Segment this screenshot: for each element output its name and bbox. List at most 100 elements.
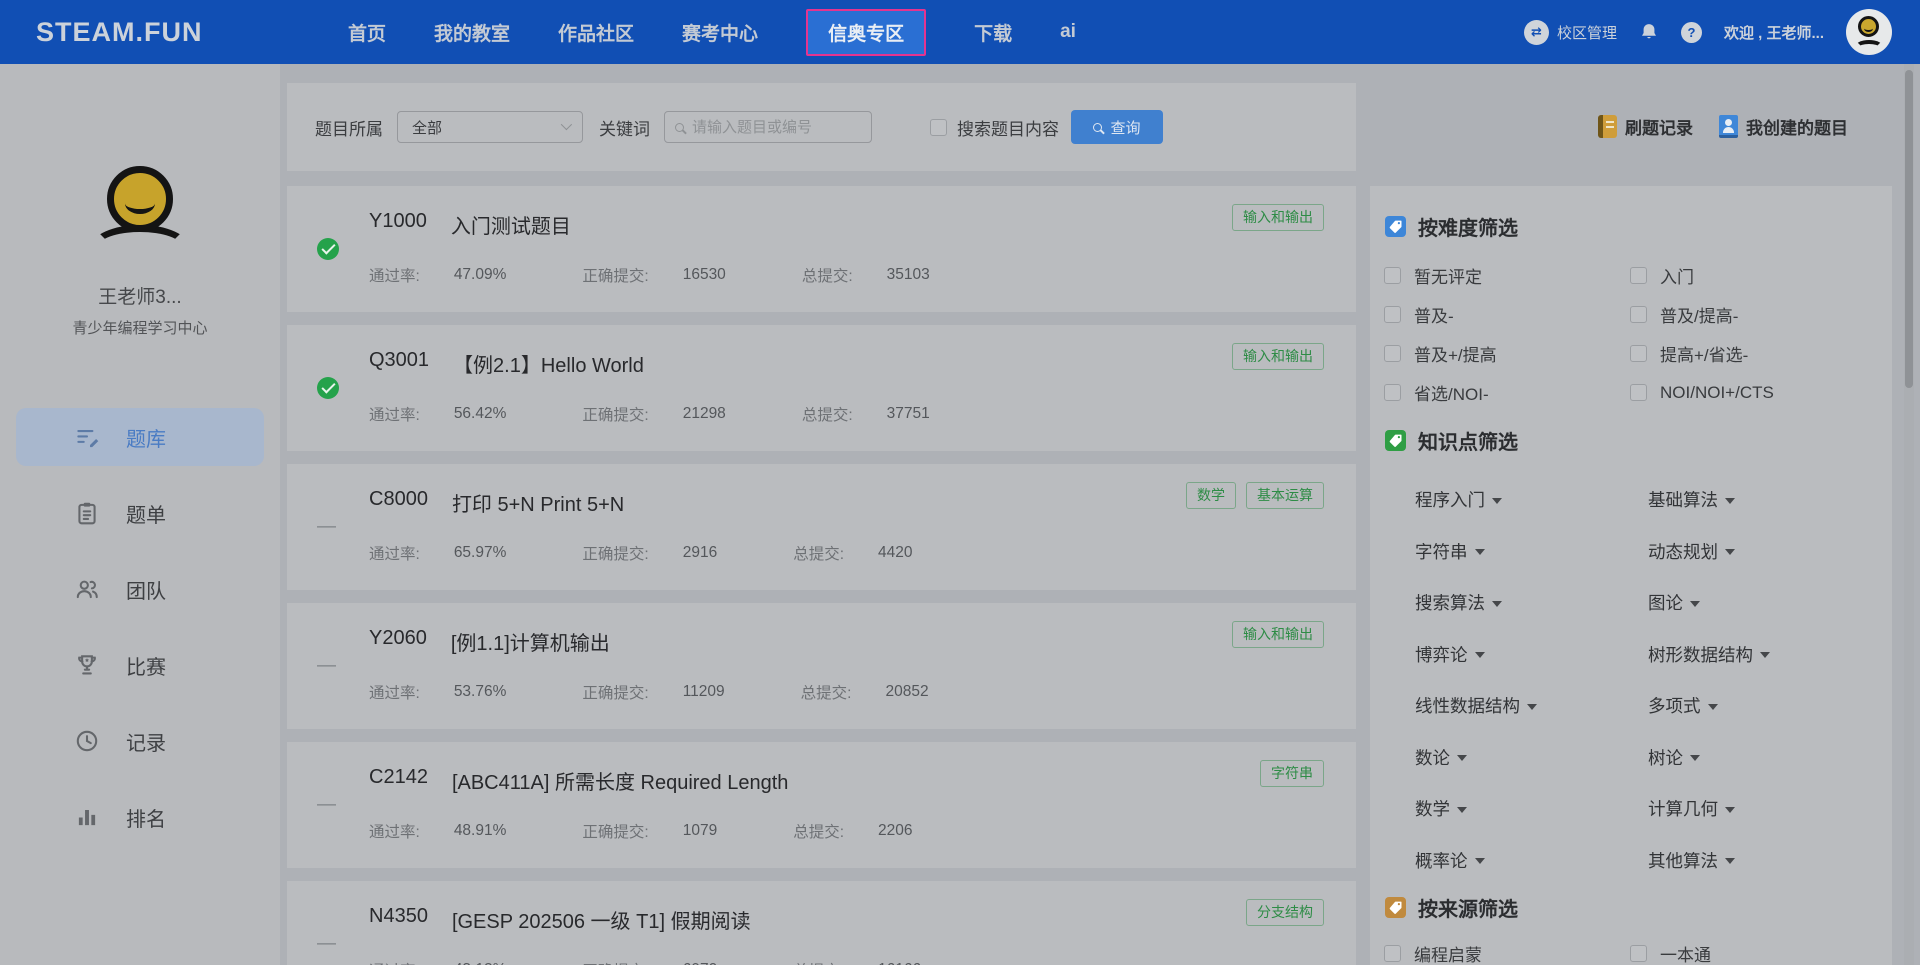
nav-oi-zone-active[interactable]: 信奥专区 <box>806 8 927 56</box>
knowledge-dropdown[interactable]: 基础算法 <box>1648 474 1881 526</box>
problem-id[interactable]: C2142 <box>369 766 428 795</box>
problem-tag[interactable]: 数学 <box>1186 482 1236 509</box>
checkbox[interactable] <box>1384 945 1401 962</box>
nav-contest-center[interactable]: 赛考中心 <box>682 19 758 46</box>
keyword-input-wrap <box>664 111 872 143</box>
logo[interactable]: STEAM.FUN <box>36 0 203 64</box>
knowledge-dropdown[interactable]: 其他算法 <box>1648 835 1881 887</box>
problem-title[interactable]: [ABC411A] 所需长度 Required Length <box>452 766 788 795</box>
knowledge-dropdown[interactable]: 树论 <box>1648 732 1881 784</box>
knowledge-dropdown[interactable]: 搜索算法 <box>1415 577 1648 629</box>
nav-my-classroom[interactable]: 我的教室 <box>434 19 510 46</box>
source-section-header: 按来源筛选 <box>1385 893 1518 922</box>
knowledge-dropdown[interactable]: 字符串 <box>1415 526 1648 578</box>
solved-check-icon <box>317 377 339 399</box>
knowledge-dropdown[interactable]: 线性数据结构 <box>1415 680 1648 732</box>
knowledge-dropdown[interactable]: 程序入门 <box>1415 474 1648 526</box>
problem-stats: 通过率: 47.09% 正确提交: 16530 总提交: 35103 <box>369 266 930 285</box>
problem-id[interactable]: C8000 <box>369 488 428 517</box>
checkbox[interactable] <box>1630 345 1647 362</box>
problem-row[interactable]: — C2142 [ABC411A] 所需长度 Required Length 通… <box>287 742 1356 868</box>
problem-title[interactable]: 入门测试题目 <box>451 210 571 239</box>
page-scrollbar <box>1904 64 1914 965</box>
problem-tag[interactable]: 字符串 <box>1260 760 1324 787</box>
problem-row[interactable]: Y1000 入门测试题目 通过率: 47.09% 正确提交: 16530 总提交: 3… <box>287 186 1356 312</box>
knowledge-dropdown[interactable]: 多项式 <box>1648 680 1881 732</box>
school-admin-link[interactable]: ⇄ 校区管理 <box>1523 19 1617 45</box>
checkbox[interactable] <box>1630 267 1647 284</box>
difficulty-option[interactable]: 省选/NOI- <box>1384 373 1630 412</box>
problem-tag[interactable]: 分支结构 <box>1246 899 1324 926</box>
problem-row[interactable]: — C8000 打印 5+N Print 5+N 通过率: 65.97% 正确提交… <box>287 464 1356 590</box>
difficulty-option[interactable]: 提高+/省选- <box>1630 334 1876 373</box>
nav-ai[interactable]: ai <box>1060 21 1076 43</box>
search-content-checkbox[interactable] <box>930 118 947 136</box>
keyword-input[interactable] <box>692 118 852 136</box>
knowledge-dropdown[interactable]: 数论 <box>1415 732 1648 784</box>
nav-home[interactable]: 首页 <box>348 19 386 46</box>
difficulty-option[interactable]: 普及/提高- <box>1630 295 1876 334</box>
notification-bell-icon[interactable] <box>1639 22 1659 42</box>
knowledge-dropdown[interactable]: 概率论 <box>1415 835 1648 887</box>
difficulty-option[interactable]: NOI/NOI+/CTS <box>1630 373 1876 412</box>
difficulty-option[interactable]: 普及+/提高 <box>1384 334 1630 373</box>
problem-tag[interactable]: 输入和输出 <box>1232 204 1324 231</box>
difficulty-option[interactable]: 入门 <box>1630 256 1876 295</box>
knowledge-dropdown[interactable]: 图论 <box>1648 577 1881 629</box>
problem-id[interactable]: Q3001 <box>369 349 429 378</box>
source-option[interactable]: 编程启蒙 <box>1384 934 1630 965</box>
caret-down-icon <box>1760 652 1770 659</box>
notebook-icon <box>1598 115 1617 138</box>
knowledge-dropdown[interactable]: 树形数据结构 <box>1648 629 1881 681</box>
knowledge-dropdown[interactable]: 计算几何 <box>1648 783 1881 835</box>
checkbox[interactable] <box>1384 345 1401 362</box>
problem-row[interactable]: — Y2060 [例1.1]计算机输出 通过率: 53.76% 正确提交: 1120… <box>287 603 1356 729</box>
user-avatar[interactable] <box>1846 9 1892 55</box>
problem-id[interactable]: Y1000 <box>369 210 427 239</box>
knowledge-dropdown[interactable]: 博弈论 <box>1415 629 1648 681</box>
problem-stats: 通过率: 56.42% 正确提交: 21298 总提交: 37751 <box>369 405 930 424</box>
problem-stats: 通过率: 65.97% 正确提交: 2916 总提交: 4420 <box>369 544 913 563</box>
scrollbar-thumb[interactable] <box>1905 70 1913 388</box>
owner-select-value: 全部 <box>412 119 443 137</box>
practice-log-link[interactable]: 刷题记录 <box>1598 114 1693 139</box>
nav-download[interactable]: 下载 <box>974 19 1012 46</box>
my-problems-link[interactable]: 我创建的题目 <box>1719 114 1848 139</box>
solved-check-icon <box>317 238 339 260</box>
smiley-icon <box>1858 16 1879 37</box>
problem-row[interactable]: — N4350 [GESP 202506 一级 T1] 假期阅读 通过率:43.… <box>287 881 1356 965</box>
help-icon[interactable]: ? <box>1680 21 1702 43</box>
checkbox[interactable] <box>1384 306 1401 323</box>
owner-select[interactable]: 全部 <box>397 111 583 143</box>
nav-works-community[interactable]: 作品社区 <box>558 19 634 46</box>
tag-icon-green <box>1385 430 1406 451</box>
difficulty-option[interactable]: 暂无评定 <box>1384 256 1630 295</box>
problem-id[interactable]: N4350 <box>369 905 428 934</box>
unsolved-dash-icon: — <box>317 516 336 537</box>
knowledge-dropdown[interactable]: 动态规划 <box>1648 526 1881 578</box>
top-navigation-bar: STEAM.FUN 首页 我的教室 作品社区 赛考中心 信奥专区 下载 ai ⇄… <box>0 0 1920 64</box>
query-button[interactable]: 查询 <box>1071 110 1163 144</box>
checkbox[interactable] <box>1384 384 1401 401</box>
problem-tag[interactable]: 输入和输出 <box>1232 621 1324 648</box>
problem-stats: 通过率: 53.76% 正确提交: 11209 总提交: 20852 <box>369 683 929 702</box>
problem-title-row: N4350 [GESP 202506 一级 T1] 假期阅读 <box>369 905 751 934</box>
problem-title[interactable]: 打印 5+N Print 5+N <box>452 488 624 517</box>
problem-title[interactable]: [例1.1]计算机输出 <box>451 627 610 656</box>
problem-id[interactable]: Y2060 <box>369 627 427 656</box>
problem-tag[interactable]: 基本运算 <box>1246 482 1324 509</box>
chevron-down-icon <box>560 118 573 131</box>
difficulty-options: 暂无评定 入门 普及- 普及/提高- 普及+/提高 提高+/省选- 省选/NOI… <box>1384 256 1876 412</box>
knowledge-dropdown[interactable]: 数学 <box>1415 783 1648 835</box>
checkbox[interactable] <box>1630 384 1647 401</box>
checkbox[interactable] <box>1630 306 1647 323</box>
search-icon <box>675 122 684 132</box>
problem-title[interactable]: 【例2.1】Hello World <box>453 349 644 378</box>
difficulty-option[interactable]: 普及- <box>1384 295 1630 334</box>
problem-tag[interactable]: 输入和输出 <box>1232 343 1324 370</box>
problem-row[interactable]: Q3001 【例2.1】Hello World 通过率: 56.42% 正确提交:… <box>287 325 1356 451</box>
problem-title[interactable]: [GESP 202506 一级 T1] 假期阅读 <box>452 905 751 934</box>
checkbox[interactable] <box>1630 945 1647 962</box>
source-option[interactable]: 一本通 <box>1630 934 1876 965</box>
checkbox[interactable] <box>1384 267 1401 284</box>
